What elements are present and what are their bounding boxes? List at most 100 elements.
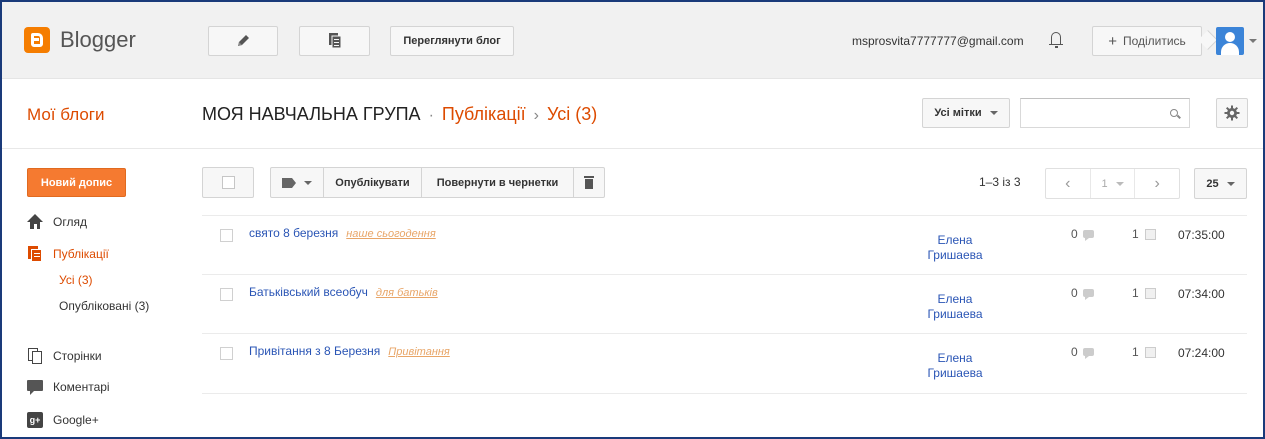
row-checkbox[interactable] (220, 229, 233, 242)
comment-count: 0 (1071, 227, 1094, 241)
view-count-value: 1 (1132, 286, 1139, 300)
sidebar-item-label: Коментарі (53, 380, 110, 394)
sidebar-item-pages[interactable]: Сторінки (27, 348, 102, 364)
view-count: 1 (1132, 345, 1156, 359)
divider (202, 393, 1247, 394)
post-time: 07:24:00 (1178, 346, 1225, 360)
comment-count-value: 0 (1071, 345, 1078, 359)
sidebar-item-posts[interactable]: Публікації (27, 246, 109, 262)
top-bar: Blogger Переглянути блог msprosvita77777… (2, 2, 1263, 79)
row-checkbox[interactable] (220, 288, 233, 301)
row-checkbox[interactable] (220, 347, 233, 360)
sidebar-item-overview[interactable]: Огляд (27, 214, 87, 230)
sidebar-item-comments[interactable]: Коментарі (27, 379, 110, 395)
home-icon (27, 214, 43, 230)
new-post-pencil-button[interactable] (208, 26, 278, 56)
chevron-down-icon (1226, 181, 1235, 186)
view-blog-button[interactable]: Переглянути блог (390, 26, 514, 56)
author-last-name: Гришаева (927, 248, 983, 262)
post-author[interactable]: Елена Гришаева (924, 292, 986, 322)
pencil-icon (238, 35, 249, 46)
search-icon[interactable] (1170, 109, 1181, 119)
view-count-value: 1 (1132, 345, 1139, 359)
sidebar-item-google-plus[interactable]: g+ Google+ (27, 412, 99, 428)
post-author[interactable]: Елена Гришаева (924, 233, 986, 263)
views-icon (1144, 346, 1156, 358)
sidebar-item-label: Google+ (53, 413, 99, 427)
tag-icon (282, 177, 296, 188)
blogger-logo-icon (24, 27, 50, 53)
chevron-down-icon[interactable] (1249, 39, 1257, 43)
share-label: Поділитись (1122, 34, 1186, 48)
comment-icon (1082, 348, 1094, 359)
comment-count: 0 (1071, 345, 1094, 359)
post-title[interactable]: свято 8 березня (249, 226, 338, 240)
comment-icon (1082, 230, 1094, 241)
post-time: 07:34:00 (1178, 287, 1225, 301)
view-count: 1 (1132, 286, 1156, 300)
post-author[interactable]: Елена Гришаева (924, 351, 986, 381)
avatar[interactable] (1216, 27, 1244, 55)
label-dropdown-button[interactable] (271, 168, 324, 197)
author-first-name: Елена (937, 292, 973, 306)
settings-button[interactable] (1216, 98, 1248, 128)
table-row[interactable]: свято 8 березня наше сьогодення Елена Гри… (202, 215, 1247, 275)
publish-button[interactable]: Опублікувати (324, 168, 422, 197)
post-label[interactable]: Привітання (388, 346, 450, 358)
copy-icon (328, 33, 341, 49)
next-page-button[interactable]: › (1135, 169, 1179, 198)
posts-list-button[interactable] (299, 26, 370, 56)
prev-page-button[interactable]: ‹ (1046, 169, 1090, 198)
page-select[interactable]: 1 (1089, 169, 1136, 198)
delete-button[interactable] (574, 168, 604, 197)
comment-count-value: 0 (1071, 286, 1078, 300)
pages-icon (27, 348, 43, 364)
my-blogs-link[interactable]: Мої блоги (27, 105, 105, 125)
new-post-button[interactable]: Новий допис (27, 168, 126, 197)
logo-text: Blogger (60, 27, 136, 52)
breadcrumb-separator: · (428, 107, 434, 124)
author-last-name: Гришаева (927, 307, 983, 321)
google-plus-icon: g+ (27, 412, 43, 428)
breadcrumb-posts[interactable]: Публікації (442, 104, 526, 125)
views-icon (1144, 228, 1156, 240)
author-last-name: Гришаева (927, 366, 983, 380)
select-all-checkbox[interactable] (202, 167, 254, 198)
blog-name[interactable]: МОЯ НАВЧАЛЬНА ГРУПА (202, 104, 421, 125)
blogger-logo[interactable]: Blogger (24, 27, 136, 53)
account-email[interactable]: msprosvita7777777@gmail.com (852, 34, 1024, 48)
trash-icon (584, 176, 594, 189)
chevron-down-icon (989, 111, 998, 115)
table-row[interactable]: Привітання з 8 Березня Привітання Елена Г… (202, 333, 1247, 393)
post-title[interactable]: Батьківський всеобуч (249, 285, 368, 299)
comment-icon (1082, 289, 1094, 300)
post-title-cell: Привітання з 8 Березня Привітання (249, 344, 450, 358)
post-count: 1–3 із 3 (979, 175, 1021, 189)
chevron-down-icon (304, 180, 312, 185)
share-button[interactable]: + Поділитись (1092, 26, 1202, 56)
post-label[interactable]: для батьків (376, 287, 438, 299)
comment-count-value: 0 (1071, 227, 1078, 241)
post-label[interactable]: наше сьогодення (346, 228, 435, 240)
table-row[interactable]: Батьківський всеобуч для батьків Елена Гр… (202, 274, 1247, 334)
post-actions-toolbar: Опублікувати Повернути в чернетки (270, 167, 605, 198)
all-labels-dropdown[interactable]: Усі мітки (922, 98, 1010, 128)
breadcrumb: МОЯ НАВЧАЛЬНА ГРУПА · Публікації › Усі (… (202, 104, 597, 125)
chevron-right-icon: › (1154, 174, 1160, 192)
post-title[interactable]: Привітання з 8 Березня (249, 344, 380, 358)
plus-icon: + (1108, 32, 1117, 50)
breadcrumb-separator: › (533, 107, 539, 124)
chevron-left-icon: ‹ (1065, 174, 1071, 192)
per-page-dropdown[interactable]: 25 (1194, 168, 1247, 199)
views-icon (1144, 287, 1156, 299)
blogger-window: Blogger Переглянути блог msprosvita77777… (0, 0, 1265, 439)
author-first-name: Елена (937, 233, 973, 247)
sidebar-item-label: Огляд (53, 215, 87, 229)
search-input[interactable] (1020, 98, 1190, 128)
posts-icon (27, 246, 43, 262)
sidebar-item-posts-published[interactable]: Опубліковані (3) (59, 299, 149, 313)
bell-icon[interactable] (1049, 30, 1063, 48)
revert-to-draft-button[interactable]: Повернути в чернетки (422, 168, 574, 197)
view-count-value: 1 (1132, 227, 1139, 241)
sidebar-item-posts-all[interactable]: Усі (3) (59, 273, 93, 287)
